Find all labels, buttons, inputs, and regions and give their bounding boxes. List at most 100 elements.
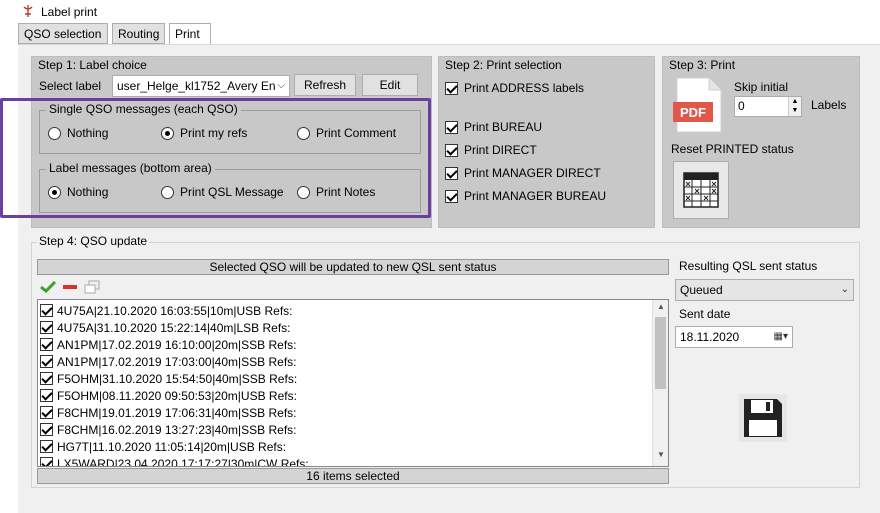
checkbox-label: Print MANAGER DIRECT — [464, 166, 601, 180]
selection-count-footer: 16 items selected — [37, 468, 669, 484]
qso-update-header: Selected QSO will be updated to new QSL … — [37, 259, 669, 275]
print-address-checkbox[interactable]: Print ADDRESS labels — [445, 81, 584, 95]
checkbox-box[interactable] — [40, 355, 53, 368]
checkbox-label: Print DIRECT — [464, 143, 537, 157]
label-select[interactable]: user_Helge_kl1752_Avery En ⌵ — [112, 75, 290, 97]
tab-qso-selection[interactable]: QSO selection — [18, 23, 108, 44]
sent-date-picker[interactable]: 18.11.2020 ▦▾ — [675, 326, 793, 348]
print-manager-direct-checkbox[interactable]: Print MANAGER DIRECT — [445, 166, 601, 180]
list-item[interactable]: LX5WARD|23.04.2020 17:17:27|30m|CW Refs: — [40, 455, 309, 466]
checkbox-box[interactable] — [40, 304, 53, 317]
radio-dot — [297, 126, 310, 140]
calendar-icon[interactable]: ▦▾ — [771, 331, 788, 342]
qsl-status-select[interactable]: Queued ⌄ — [675, 279, 854, 301]
list-item-text: HG7T|11.10.2020 11:05:14|20m|USB Refs: — [57, 439, 287, 454]
tab-routing[interactable]: Routing — [112, 23, 165, 44]
checkbox-label: Print BUREAU — [464, 120, 543, 134]
radio-label-nothing[interactable]: Nothing — [48, 185, 108, 199]
checkbox-box[interactable] — [40, 389, 53, 402]
skip-initial-spinner[interactable]: 0 ▲ ▼ — [734, 96, 802, 117]
list-item-text: F5OHM|31.10.2020 15:54:50|40m|SSB Refs: — [57, 371, 298, 386]
print-bureau-checkbox[interactable]: Print BUREAU — [445, 120, 542, 134]
skip-initial-label: Skip initial — [734, 80, 789, 94]
checkbox-box — [445, 166, 458, 180]
labels-label: Labels — [811, 98, 847, 112]
list-item[interactable]: F5OHM|08.11.2020 09:50:53|20m|USB Refs: — [40, 387, 297, 404]
step3-group: Step 3: Print PDF Skip initial 0 ▲ ▼ Labe… — [662, 56, 860, 228]
grid-table-icon — [683, 172, 719, 208]
title-bar: Label print — [0, 0, 880, 22]
radio-label-notes[interactable]: Print Notes — [297, 185, 375, 199]
radio-label: Print Notes — [316, 185, 376, 199]
radio-single-comment[interactable]: Print Comment — [297, 126, 396, 140]
chevron-down-icon: ⌵ — [275, 80, 285, 91]
chevron-down-icon: ⌄ — [838, 284, 849, 295]
label-messages-group: Label messages (bottom area) Nothing Pri… — [39, 161, 421, 213]
list-item-text: AN1PM|17.02.2019 16:10:00|20m|SSB Refs: — [57, 337, 297, 352]
step2-title: Step 2: Print selection — [445, 58, 562, 72]
print-direct-checkbox[interactable]: Print DIRECT — [445, 143, 537, 157]
qso-list[interactable]: 4U75A|21.10.2020 16:03:55|10m|USB Refs: … — [37, 299, 669, 467]
list-item[interactable]: 4U75A|21.10.2020 16:03:55|10m|USB Refs: — [40, 302, 293, 319]
uncheck-all-icon[interactable] — [62, 283, 78, 291]
tab-print[interactable]: Print — [169, 23, 211, 45]
sent-date-value: 18.11.2020 — [680, 330, 740, 344]
radio-label: Print Comment — [316, 126, 397, 140]
step1-title: Step 1: Label choice — [38, 58, 147, 72]
checkbox-box[interactable] — [40, 372, 53, 385]
edit-button[interactable]: Edit — [362, 74, 418, 96]
radio-single-my-refs[interactable]: Print my refs — [161, 126, 247, 140]
reset-printed-button[interactable] — [673, 161, 729, 219]
radio-label: Nothing — [67, 126, 109, 140]
checkbox-label: Print MANAGER BUREAU — [464, 189, 607, 203]
sent-date-label: Sent date — [679, 307, 731, 321]
save-icon[interactable] — [739, 394, 787, 442]
list-item-text: F8CHM|16.02.2019 13:27:23|40m|SSB Refs: — [57, 422, 297, 437]
check-all-icon[interactable] — [40, 281, 56, 293]
skip-initial-value: 0 — [738, 99, 745, 113]
radio-dot — [161, 126, 174, 140]
list-item-text: 4U75A|21.10.2020 16:03:55|10m|USB Refs: — [57, 303, 293, 318]
svg-text:PDF: PDF — [680, 105, 706, 120]
radio-label-qsl-message[interactable]: Print QSL Message — [161, 185, 284, 199]
list-item[interactable]: 4U75A|31.10.2020 15:22:14|40m|LSB Refs: — [40, 319, 291, 336]
single-qso-title: Single QSO messages (each QSO) — [46, 102, 241, 116]
print-panel: Step 1: Label choice Select label user_H… — [18, 44, 880, 513]
list-item[interactable]: F8CHM|16.02.2019 13:27:23|40m|SSB Refs: — [40, 421, 296, 438]
radio-dot — [161, 185, 174, 199]
list-item[interactable]: AN1PM|17.02.2019 16:10:00|20m|SSB Refs: — [40, 336, 297, 353]
reset-printed-label: Reset PRINTED status — [671, 142, 794, 156]
list-item[interactable]: HG7T|11.10.2020 11:05:14|20m|USB Refs: — [40, 438, 286, 455]
restore-window-icon[interactable] — [84, 280, 100, 294]
radio-single-nothing[interactable]: Nothing — [48, 126, 108, 140]
window-title: Label print — [41, 5, 98, 19]
label-select-value: user_Helge_kl1752_Avery En — [117, 79, 276, 93]
checkbox-box[interactable] — [40, 440, 53, 453]
step2-group: Step 2: Print selection Print ADDRESS la… — [438, 56, 655, 228]
checkbox-box[interactable] — [40, 457, 53, 466]
spinner-arrows-icon[interactable]: ▲ ▼ — [788, 97, 801, 116]
list-item[interactable]: F5OHM|31.10.2020 15:54:50|40m|SSB Refs: — [40, 370, 297, 387]
list-item[interactable]: F8CHM|19.01.2019 17:06:31|40m|SSB Refs: — [40, 404, 296, 421]
checkbox-box[interactable] — [40, 338, 53, 351]
checkbox-box — [445, 81, 458, 95]
scroll-up-icon[interactable]: ▲ — [653, 302, 668, 316]
checkbox-box[interactable] — [40, 423, 53, 436]
pdf-icon[interactable]: PDF — [671, 76, 725, 134]
list-item[interactable]: AN1PM|17.02.2019 17:03:00|40m|SSB Refs: — [40, 353, 297, 370]
radio-dot — [48, 185, 61, 199]
scroll-thumb[interactable] — [655, 317, 666, 389]
print-manager-bureau-checkbox[interactable]: Print MANAGER BUREAU — [445, 189, 606, 203]
list-item-text: F5OHM|08.11.2020 09:50:53|20m|USB Refs: — [57, 388, 297, 403]
list-scrollbar[interactable]: ▲ ▼ — [652, 300, 668, 466]
checkbox-label: Print ADDRESS labels — [464, 81, 585, 95]
checkbox-box[interactable] — [40, 321, 53, 334]
scroll-down-icon[interactable]: ▼ — [653, 450, 668, 464]
step4-group: Step 4: QSO update Selected QSO will be … — [31, 234, 860, 488]
step1-group: Step 1: Label choice Select label user_H… — [31, 56, 432, 228]
radio-dot — [297, 185, 310, 199]
radio-dot — [48, 126, 61, 140]
list-item-text: AN1PM|17.02.2019 17:03:00|40m|SSB Refs: — [57, 354, 297, 369]
checkbox-box[interactable] — [40, 406, 53, 419]
refresh-button[interactable]: Refresh — [294, 74, 356, 96]
